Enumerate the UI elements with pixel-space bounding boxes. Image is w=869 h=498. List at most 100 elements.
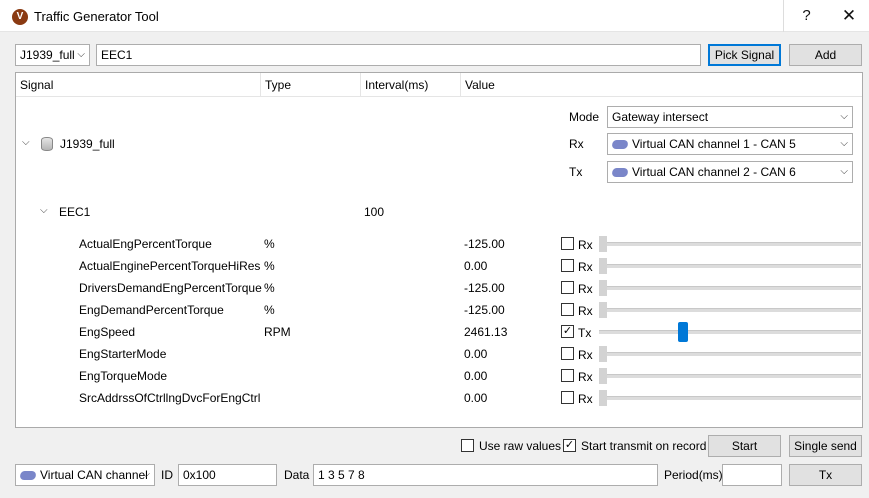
can-channel-icon bbox=[610, 140, 630, 149]
mode-select[interactable]: Gateway intersect ⌵ bbox=[607, 106, 853, 128]
column-header-type[interactable]: Type bbox=[261, 73, 361, 97]
bottom-channel-select[interactable]: Virtual CAN channel ⌵ bbox=[15, 464, 155, 486]
title-bar: V Traffic Generator Tool ? ✕ bbox=[0, 0, 869, 32]
signal-type: % bbox=[264, 303, 275, 317]
can-channel-icon bbox=[610, 168, 630, 177]
signal-slider-handle[interactable] bbox=[599, 236, 607, 252]
use-raw-values-checkbox[interactable] bbox=[461, 439, 474, 452]
single-send-button[interactable]: Single send bbox=[789, 435, 862, 457]
column-header-value[interactable]: Value bbox=[461, 73, 862, 97]
signal-direction-label: Rx bbox=[578, 282, 593, 296]
signal-type: RPM bbox=[264, 325, 291, 339]
database-select[interactable]: J1939_full ⌵ bbox=[15, 44, 90, 66]
rx-channel-select[interactable]: Virtual CAN channel 1 - CAN 5 ⌵ bbox=[607, 133, 853, 155]
signal-enable-checkbox[interactable] bbox=[561, 391, 574, 404]
signal-value[interactable]: 0.00 bbox=[464, 390, 487, 406]
tx-send-button[interactable]: Tx bbox=[789, 464, 862, 486]
signal-value[interactable]: 0.00 bbox=[464, 258, 487, 274]
window-title: Traffic Generator Tool bbox=[34, 9, 159, 24]
id-label: ID bbox=[161, 468, 173, 482]
signal-slider-track[interactable] bbox=[599, 352, 861, 356]
database-icon bbox=[41, 137, 53, 151]
signal-name[interactable]: EngDemandPercentTorque bbox=[79, 302, 224, 318]
chevron-down-icon: ⌵ bbox=[840, 166, 848, 177]
signal-slider-track[interactable] bbox=[599, 264, 861, 268]
chevron-down-icon: ⌵ bbox=[77, 49, 85, 60]
signal-value[interactable]: -125.00 bbox=[464, 302, 505, 318]
chevron-down-icon: ⌵ bbox=[840, 111, 848, 122]
help-button[interactable]: ? bbox=[783, 0, 829, 32]
pick-signal-button[interactable]: Pick Signal bbox=[708, 44, 781, 66]
signal-slider-track[interactable] bbox=[599, 308, 861, 312]
signal-slider-track[interactable] bbox=[599, 286, 861, 290]
chevron-down-icon: ⌵ bbox=[142, 469, 150, 480]
signal-value[interactable]: 2461.13 bbox=[464, 324, 507, 340]
column-header-interval[interactable]: Interval(ms) bbox=[361, 73, 461, 97]
mode-select-value: Gateway intersect bbox=[612, 110, 709, 124]
column-header-signal[interactable]: Signal bbox=[16, 73, 261, 97]
signal-value[interactable]: 0.00 bbox=[464, 368, 487, 384]
data-input[interactable]: 1 3 5 7 8 bbox=[313, 464, 658, 486]
signal-enable-checkbox[interactable] bbox=[561, 237, 574, 250]
signal-name[interactable]: EngTorqueMode bbox=[79, 368, 167, 384]
signal-slider-handle[interactable] bbox=[599, 368, 607, 384]
signal-slider-track[interactable] bbox=[599, 396, 861, 400]
signal-direction-label: Rx bbox=[578, 348, 593, 362]
signal-type: % bbox=[264, 259, 275, 273]
bottom-channel-value: Virtual CAN channel bbox=[40, 468, 148, 482]
message-interval: 100 bbox=[364, 205, 385, 219]
period-input[interactable] bbox=[722, 464, 782, 486]
signal-enable-checkbox[interactable] bbox=[561, 303, 574, 316]
signal-name[interactable]: EngSpeed bbox=[79, 324, 135, 340]
expand-chevron-icon[interactable]: ⌵ bbox=[40, 205, 48, 216]
signal-slider-handle[interactable] bbox=[599, 258, 607, 274]
start-on-record-label: Start transmit on record bbox=[581, 439, 707, 453]
signal-direction-label: Rx bbox=[578, 304, 593, 318]
close-button[interactable]: ✕ bbox=[829, 0, 869, 32]
id-input[interactable]: 0x100 bbox=[178, 464, 277, 486]
signal-slider-track[interactable] bbox=[599, 374, 861, 378]
database-select-value: J1939_full bbox=[20, 48, 75, 62]
signal-slider-handle[interactable] bbox=[599, 280, 607, 296]
tx-channel-value: Virtual CAN channel 2 - CAN 6 bbox=[632, 165, 796, 179]
signal-direction-label: Rx bbox=[578, 370, 593, 384]
can-channel-icon bbox=[18, 471, 38, 480]
start-button[interactable]: Start bbox=[708, 435, 781, 457]
signal-slider-handle[interactable] bbox=[599, 390, 607, 406]
signal-name[interactable]: EngStarterMode bbox=[79, 346, 166, 362]
signal-slider-handle[interactable] bbox=[677, 322, 688, 342]
signal-slider-track[interactable] bbox=[599, 330, 861, 334]
signal-name[interactable]: DriversDemandEngPercentTorque bbox=[79, 280, 262, 296]
signal-enable-checkbox[interactable] bbox=[561, 369, 574, 382]
signal-value[interactable]: -125.00 bbox=[464, 236, 505, 252]
period-label: Period(ms) bbox=[664, 468, 723, 482]
message-node-label[interactable]: EEC1 bbox=[59, 204, 90, 220]
signal-name[interactable]: SrcAddrssOfCtrllngDvcForEngCtrl bbox=[79, 390, 260, 406]
message-input[interactable]: EEC1 bbox=[96, 44, 701, 66]
signal-name[interactable]: ActualEnginePercentTorqueHiRes bbox=[79, 258, 260, 274]
signal-enable-checkbox[interactable] bbox=[561, 347, 574, 360]
signal-name[interactable]: ActualEngPercentTorque bbox=[79, 236, 212, 252]
signal-direction-label: Rx bbox=[578, 392, 593, 406]
signal-enable-checkbox[interactable]: ✓ bbox=[561, 325, 574, 338]
expand-chevron-icon[interactable]: ⌵ bbox=[22, 137, 30, 148]
signal-tree[interactable]: Signal Type Interval(ms) Value Mode Gate… bbox=[15, 72, 863, 428]
signal-enable-checkbox[interactable] bbox=[561, 281, 574, 294]
signal-value[interactable]: -125.00 bbox=[464, 280, 505, 296]
tx-label: Tx bbox=[569, 165, 583, 179]
signal-slider-track[interactable] bbox=[599, 242, 861, 246]
use-raw-values-label: Use raw values bbox=[479, 439, 562, 453]
signal-type: % bbox=[264, 237, 275, 251]
mode-label: Mode bbox=[569, 110, 600, 124]
add-button[interactable]: Add bbox=[789, 44, 862, 66]
signal-value[interactable]: 0.00 bbox=[464, 346, 487, 362]
signal-direction-label: Rx bbox=[578, 260, 593, 274]
signal-direction-label: Rx bbox=[578, 238, 593, 252]
tx-channel-select[interactable]: Virtual CAN channel 2 - CAN 6 ⌵ bbox=[607, 161, 853, 183]
start-on-record-checkbox[interactable]: ✓ bbox=[563, 439, 576, 452]
rx-channel-value: Virtual CAN channel 1 - CAN 5 bbox=[632, 137, 796, 151]
signal-slider-handle[interactable] bbox=[599, 302, 607, 318]
database-node-label[interactable]: J1939_full bbox=[60, 136, 115, 152]
signal-slider-handle[interactable] bbox=[599, 346, 607, 362]
signal-enable-checkbox[interactable] bbox=[561, 259, 574, 272]
